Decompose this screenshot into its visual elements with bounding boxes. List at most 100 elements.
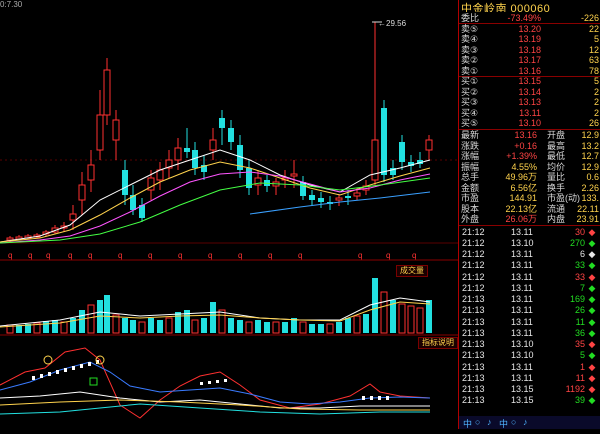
tick-direction-icon: ◆ [588,294,596,304]
orderbook-price: 13.17 [518,55,541,65]
tick-price: 13.11 [511,294,533,304]
tick-row[interactable]: 21:13 13.11 1 ◆ [459,362,600,373]
orderbook-row[interactable]: 委比 -73.49% -226 [459,13,600,24]
orderbook-row[interactable]: 卖① 13.16 78 [459,66,600,77]
axis-marker: q [268,251,273,260]
candle-body-down [309,195,315,200]
tick-time: 21:12 [462,249,485,259]
tick-row[interactable]: 21:13 13.11 26 ◆ [459,305,600,316]
quote-value: 13.16 [514,130,537,140]
orderbook-price: 13.15 [518,76,541,86]
music-icon[interactable]: ♪ [487,417,492,427]
volume-bar [130,320,136,333]
tick-row[interactable]: 21:12 13.11 7 ◆ [459,283,600,294]
quote-value-2: 0.6 [586,172,599,182]
tick-row[interactable]: 21:13 13.10 35 ◆ [459,339,600,350]
orderbook-row[interactable]: 买③ 13.13 2 [459,97,600,108]
candle-body-down [228,128,234,142]
volume-bar [380,291,388,334]
tick-row[interactable]: 21:13 13.15 39 ◆ [459,395,600,406]
orderbook-row[interactable]: 卖⑤ 13.20 22 [459,24,600,35]
tick-row[interactable]: 21:12 13.11 33 ◆ [459,260,600,271]
tick-price: 13.10 [511,350,534,361]
tick-volume: 30 [574,226,585,237]
axis-marker: q [208,251,213,260]
tick-row[interactable]: 21:13 13.15 1192 ◆ [459,384,600,395]
candlestick-chart[interactable] [0,0,458,429]
orderbook-row[interactable]: 卖② 13.17 63 [459,55,600,66]
volume-bar [282,322,288,333]
tick-price: 13.11 [511,327,533,338]
tick-row[interactable]: 21:13 13.11 11 ◆ [459,317,600,328]
tick-row[interactable]: 21:13 13.11 169 ◆ [459,294,600,305]
quote-label: 总手 [461,172,480,182]
orderbook-price: 13.20 [518,23,541,34]
candle-body-up [335,197,343,201]
volume-bar [326,323,334,334]
tick-time: 21:13 [462,361,485,372]
quote-label: 涨跌 [461,140,480,151]
orderbook-row[interactable]: 买④ 13.11 2 [459,108,600,119]
circle-icon-2[interactable]: ○ [511,417,516,427]
orderbook-price: 13.11 [519,107,541,118]
candle-body-down [184,148,190,152]
quote-value-2: 13.2 [581,140,599,151]
indicator-marker [64,368,67,372]
candle-body-down [345,196,351,198]
orderbook-label: 卖③ [461,44,479,55]
indicator-marker [88,362,91,366]
orderbook-label: 卖④ [461,34,479,44]
axis-marker: q [68,251,73,260]
tick-price: 13.11 [511,260,533,271]
tick-time: 21:13 [462,395,485,406]
candle-body-up [78,184,86,201]
candle-body-up [290,173,298,177]
tick-volume: 1192 [565,384,585,394]
indicator-help-button[interactable]: 指标说明 [418,337,458,349]
volume-bar [318,324,324,333]
tick-price: 13.11 [511,316,533,327]
orderbook-qty: 2 [593,97,599,107]
orderbook-qty: 63 [588,55,599,65]
orderbook-row[interactable]: 买② 13.14 2 [459,87,600,98]
tick-price: 13.11 [511,282,533,293]
quote-label: 外盘 [461,214,480,224]
lang-zh-icon-2[interactable]: 中 [499,417,508,430]
stock-terminal-window: 0:7.30 成交量 指标说明 ←29.56 q q q q q q q q q q q q q q q 中… [0,0,600,429]
volume-bar [157,320,163,333]
tick-price: 13.11 [511,271,533,282]
axis-marker: q [28,251,33,260]
axis-marker: q [46,251,51,260]
tick-row[interactable]: 21:12 13.11 33 ◆ [459,272,600,283]
orderbook-label: 买④ [461,107,479,118]
volume-label[interactable]: 成交量 [396,265,428,277]
signal-square [89,377,98,386]
music-icon-2[interactable]: ♪ [523,417,528,427]
tick-row[interactable]: 21:12 13.10 270 ◆ [459,238,600,249]
stock-name-code: 中金岭南 000060 [461,3,551,12]
circle-icon[interactable]: ○ [475,417,480,427]
indicator-marker [56,370,59,374]
axis-marker: q [178,251,183,260]
tick-row[interactable]: 21:12 13.11 30 ◆ [459,227,600,238]
candle-body-up [103,69,111,116]
tick-row[interactable]: 21:13 13.10 5 ◆ [459,350,600,361]
tick-time: 21:13 [462,316,485,327]
axis-marker: q [8,251,13,260]
tick-row[interactable]: 21:12 13.11 6 ◆ [459,249,600,260]
volume-bar [272,321,280,334]
quote-value-2: 133. [581,193,599,203]
orderbook-row[interactable]: 卖③ 13.18 12 [459,45,600,56]
volume-bar [210,302,216,333]
orderbook-row[interactable]: 买⑤ 13.10 26 [459,118,600,129]
tick-row[interactable]: 21:13 13.11 36 ◆ [459,328,600,339]
tick-row[interactable]: 21:13 13.11 11 ◆ [459,373,600,384]
lang-zh-icon[interactable]: 中 [463,417,472,430]
tick-direction-icon: ◆ [588,316,596,327]
orderbook-row[interactable]: 买① 13.15 5 [459,76,600,87]
quote-value-2: 12.7 [581,151,599,161]
quote-label-2: 换手 [547,182,566,193]
orderbook-row[interactable]: 卖④ 13.19 5 [459,34,600,45]
candle-body-down [300,182,306,196]
orderbook-qty: 2 [593,86,599,97]
